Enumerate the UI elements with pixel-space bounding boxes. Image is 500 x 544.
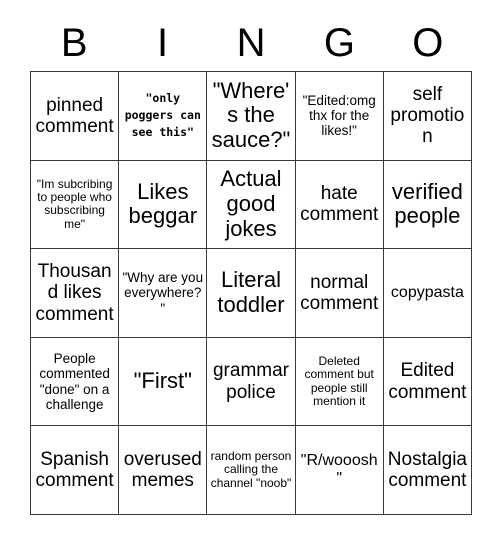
bingo-cell[interactable]: "Why are you everywhere?"	[119, 249, 208, 338]
bingo-cell[interactable]: normal comment	[295, 249, 384, 338]
bingo-header-letter-i: I	[157, 20, 169, 65]
bingo-card: B I N G O pinned comment "only poggers ca…	[0, 0, 500, 544]
bingo-cell-label: pinned comment	[35, 94, 114, 137]
bingo-cell[interactable]: Edited comment	[383, 337, 472, 427]
bingo-cell-label: Edited comment	[388, 360, 467, 403]
bingo-cell-label: normal comment	[300, 271, 379, 314]
bingo-header-letter-o: O	[412, 20, 444, 65]
bingo-cell[interactable]: "Im subcribing to people who subscribing…	[31, 160, 120, 250]
bingo-cell[interactable]: "R/wooosh"	[295, 426, 384, 515]
bingo-cell-label: "Im subcribing to people who subscribing…	[36, 176, 113, 231]
bingo-cell-label: hate comment	[300, 183, 379, 226]
bingo-cell[interactable]: Thousand likes comment	[31, 249, 120, 338]
bingo-cell-label: "Why are you everywhere?"	[122, 270, 204, 316]
bingo-header-letter-n: N	[236, 20, 266, 65]
bingo-cell-label: "First"	[133, 368, 192, 394]
bingo-cell[interactable]: Nostalgia comment	[383, 426, 472, 515]
bingo-cell[interactable]: Literal toddler	[207, 249, 296, 338]
bingo-cell-label: random person calling the channel "noob"	[210, 449, 292, 490]
bingo-cell-label: Deleted comment but people still mention…	[304, 353, 374, 409]
bingo-cell[interactable]: "Edited:omg thx for the likes!"	[295, 72, 384, 161]
bingo-cell[interactable]: copypasta	[383, 249, 472, 338]
bingo-grid: pinned comment "only poggers can see this…	[30, 71, 472, 515]
bingo-cell-label: Actual good jokes	[220, 166, 282, 241]
bingo-cell[interactable]: "First"	[119, 337, 208, 427]
bingo-cell[interactable]: Deleted comment but people still mention…	[295, 337, 384, 427]
bingo-cell[interactable]: pinned comment	[31, 72, 120, 161]
bingo-header-letter-b: B	[60, 20, 88, 65]
bingo-cell[interactable]: hate comment	[295, 160, 384, 250]
bingo-cell-label: grammar police	[212, 360, 289, 403]
bingo-cell[interactable]: Actual good jokes	[207, 160, 296, 250]
bingo-cell-label: verified people	[391, 178, 463, 229]
bingo-cell[interactable]: Spanish comment	[31, 426, 120, 515]
bingo-header: B I N G O	[30, 14, 472, 71]
bingo-cell[interactable]: overused memes	[119, 426, 208, 515]
bingo-cell[interactable]: verified people	[383, 160, 472, 250]
bingo-cell-label: overused memes	[123, 448, 202, 492]
bingo-cell[interactable]: grammar police	[207, 337, 296, 427]
bingo-cell-label: Literal toddler	[217, 267, 285, 317]
bingo-cell[interactable]: self promotion	[383, 72, 472, 161]
bingo-cell[interactable]: "Where's the sauce?"	[207, 72, 296, 161]
bingo-cell-label: "Where's the sauce?"	[211, 77, 291, 153]
bingo-cell-label: "Edited:omg thx for the likes!"	[302, 93, 376, 139]
bingo-cell-label: Likes beggar	[128, 178, 198, 229]
bingo-cell[interactable]: "only poggers can see this"	[119, 72, 208, 161]
bingo-cell-label: Thousand likes comment	[35, 261, 114, 325]
bingo-cell-label: Spanish comment	[35, 448, 114, 492]
bingo-header-letter-g: G	[323, 20, 355, 65]
bingo-cell-label: Nostalgia comment	[387, 448, 467, 492]
bingo-cell[interactable]: People commented "done" on a challenge	[31, 337, 120, 427]
bingo-cell-label: self promotion	[390, 83, 465, 148]
bingo-cell-label: copypasta	[390, 284, 464, 302]
bingo-cell-label: "only poggers can see this"	[124, 90, 201, 140]
bingo-cell-label: "R/wooosh"	[300, 452, 378, 488]
bingo-cell-label: People commented "done" on a challenge	[39, 351, 110, 412]
bingo-cell[interactable]: Likes beggar	[119, 160, 208, 250]
bingo-cell[interactable]: random person calling the channel "noob"	[207, 426, 296, 515]
